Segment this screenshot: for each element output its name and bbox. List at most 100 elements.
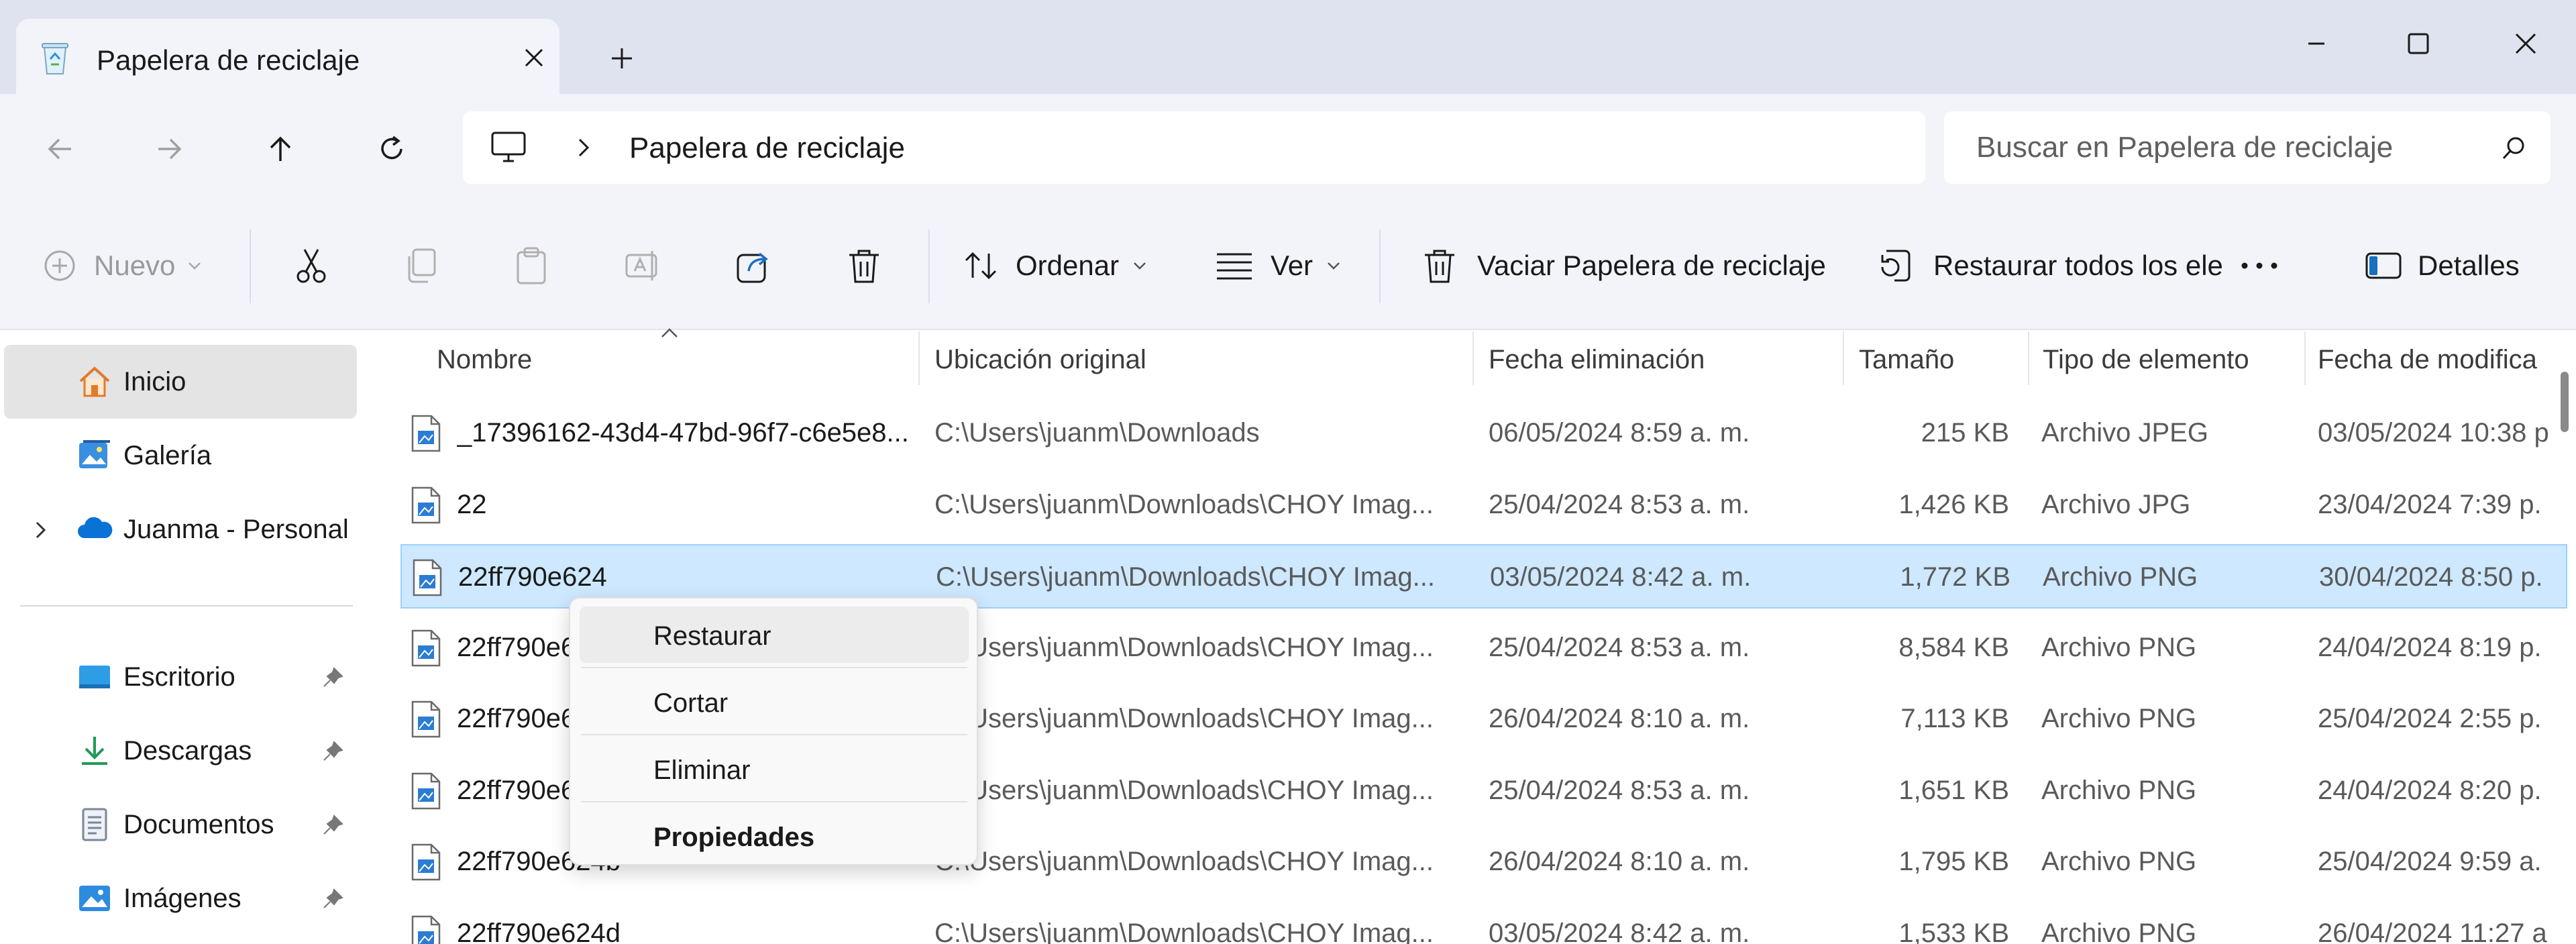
cell-name: 22ff790e624 <box>458 562 607 592</box>
context-menu-restore[interactable]: Restaurar <box>580 607 969 663</box>
refresh-icon[interactable] <box>370 127 413 170</box>
column-divider[interactable] <box>1472 331 1474 385</box>
new-button[interactable]: Nuevo <box>43 242 203 290</box>
title-bar: Papelera de reciclaje <box>0 0 2576 94</box>
cell-item-type: Archivo PNG <box>2041 632 2197 662</box>
sidebar-item-downloads[interactable]: Descargas <box>4 714 357 788</box>
pin-icon[interactable] <box>321 666 345 690</box>
view-button[interactable]: Ver <box>1214 242 1342 290</box>
context-menu-label: Eliminar <box>653 755 751 785</box>
sidebar-item-documents[interactable]: Documentos <box>4 788 357 861</box>
home-icon <box>76 364 113 400</box>
copy-icon[interactable] <box>400 244 443 287</box>
cell-name: 22 <box>457 489 487 519</box>
sort-button[interactable]: Ordenar <box>962 242 1148 290</box>
cell-date-modified: 24/04/2024 8:20 p. <box>2318 775 2542 805</box>
table-row[interactable]: 22ff790e624d C:\Users\juanm\Downloads\CHO… <box>400 902 2567 944</box>
cell-date-modified: 03/05/2024 10:38 p <box>2318 418 2549 448</box>
cell-original-location: C:\Users\juanm\Downloads\CHOY Imag... <box>934 847 1434 876</box>
sort-icon <box>962 247 1000 284</box>
tab-recycle-bin[interactable]: Papelera de reciclaje <box>16 19 559 94</box>
column-header-size[interactable]: Tamaño <box>1859 345 1954 375</box>
back-arrow-icon[interactable] <box>39 127 82 170</box>
table-row[interactable]: _17396162-43d4-47bd-96f7-c6e5e8... C:\Use… <box>400 401 2567 466</box>
forward-arrow-icon[interactable] <box>148 127 191 170</box>
sidebar-item-desktop[interactable]: Escritorio <box>4 640 357 714</box>
sidebar-item-onedrive-personal[interactable]: Juanma - Personal <box>4 492 357 566</box>
column-divider[interactable] <box>2028 331 2029 385</box>
minimize-icon[interactable] <box>2286 13 2347 74</box>
context-menu-label: Restaurar <box>653 621 771 651</box>
empty-bin-label: Vaciar Papelera de reciclaje <box>1477 250 1826 281</box>
cell-size: 8,584 KB <box>1898 632 2009 662</box>
chevron-right-icon[interactable] <box>570 134 597 161</box>
chevron-right-icon[interactable] <box>28 518 52 542</box>
more-options-icon[interactable] <box>2238 244 2281 287</box>
computer-icon <box>490 130 527 165</box>
address-bar[interactable]: Papelera de reciclaje <box>463 111 1925 184</box>
share-icon[interactable] <box>733 244 775 287</box>
column-divider[interactable] <box>918 331 920 385</box>
search-icon[interactable] <box>2500 134 2528 162</box>
chevron-down-icon <box>186 257 203 274</box>
search-box[interactable] <box>1944 111 2551 184</box>
context-menu-delete[interactable]: Eliminar <box>580 741 969 797</box>
documents-icon <box>76 806 113 843</box>
cell-name: _17396162-43d4-47bd-96f7-c6e5e8... <box>457 418 909 448</box>
desktop-icon <box>76 659 113 695</box>
sidebar-item-label: Inicio <box>123 367 186 397</box>
context-menu: Restaurar Cortar Eliminar Propiedades <box>569 597 978 866</box>
cut-icon[interactable] <box>290 244 333 287</box>
context-menu-separator <box>581 667 967 668</box>
column-header-item-type[interactable]: Tipo de elemento <box>2043 345 2249 375</box>
delete-icon[interactable] <box>843 244 885 287</box>
context-menu-label: Propiedades <box>653 823 815 852</box>
empty-recycle-bin-button[interactable]: Vaciar Papelera de reciclaje <box>1421 242 1826 290</box>
breadcrumb-current[interactable]: Papelera de reciclaje <box>629 132 905 165</box>
context-menu-cut[interactable]: Cortar <box>580 674 969 730</box>
cell-original-location: C:\Users\juanm\Downloads\CHOY Imag... <box>934 489 1434 519</box>
pin-icon[interactable] <box>321 739 345 764</box>
cell-date-deleted: 06/05/2024 8:59 a. m. <box>1489 418 1750 448</box>
image-file-icon <box>410 772 442 810</box>
sidebar-item-label: Juanma - Personal <box>123 515 349 544</box>
vertical-scrollbar[interactable] <box>2561 372 2569 432</box>
column-header-date-deleted[interactable]: Fecha eliminación <box>1489 345 1705 375</box>
paste-icon[interactable] <box>510 244 553 287</box>
rename-icon[interactable] <box>621 244 664 287</box>
table-row[interactable]: 22 C:\Users\juanm\Downloads\CHOY Imag... 2… <box>400 473 2567 537</box>
sidebar-item-label: Galería <box>123 441 212 470</box>
column-header-original-location[interactable]: Ubicación original <box>934 345 1146 375</box>
search-input[interactable] <box>1976 127 2486 168</box>
column-header-date-modified[interactable]: Fecha de modifica <box>2318 345 2567 375</box>
cell-date-modified: 24/04/2024 8:19 p. <box>2318 632 2542 662</box>
up-arrow-icon[interactable] <box>259 127 302 170</box>
close-tab-icon[interactable] <box>518 42 550 74</box>
new-tab-icon[interactable] <box>604 40 640 76</box>
cell-original-location: C:\Users\juanm\Downloads\CHOY Imag... <box>934 704 1434 733</box>
column-divider[interactable] <box>2304 331 2306 385</box>
column-divider[interactable] <box>1843 331 1844 385</box>
sidebar-item-home[interactable]: Inicio <box>4 345 357 419</box>
column-header-name[interactable]: Nombre <box>437 345 532 375</box>
sidebar-item-gallery[interactable]: Galería <box>4 419 357 492</box>
cell-date-deleted: 03/05/2024 8:42 a. m. <box>1490 562 1752 592</box>
context-menu-separator <box>581 801 967 802</box>
cell-item-type: Archivo PNG <box>2043 562 2198 592</box>
view-list-icon <box>1214 249 1254 282</box>
restore-all-button[interactable]: Restaurar todos los ele <box>1877 242 2253 290</box>
context-menu-separator <box>581 734 967 735</box>
sidebar-item-pictures[interactable]: Imágenes <box>4 861 357 935</box>
close-window-icon[interactable] <box>2496 13 2556 74</box>
cell-date-deleted: 26/04/2024 8:10 a. m. <box>1489 847 1750 876</box>
sort-label: Ordenar <box>1016 250 1120 281</box>
details-button[interactable]: Detalles <box>2364 242 2520 290</box>
cell-size: 1,533 KB <box>1898 918 2009 944</box>
maximize-icon[interactable] <box>2388 13 2449 74</box>
pin-icon[interactable] <box>321 813 345 837</box>
sidebar-item-label: Descargas <box>123 736 252 766</box>
navigation-bar: Papelera de reciclaje <box>0 94 2576 201</box>
cell-date-deleted: 26/04/2024 8:10 a. m. <box>1489 704 1750 733</box>
pin-icon[interactable] <box>321 887 345 911</box>
context-menu-properties[interactable]: Propiedades <box>580 808 969 864</box>
